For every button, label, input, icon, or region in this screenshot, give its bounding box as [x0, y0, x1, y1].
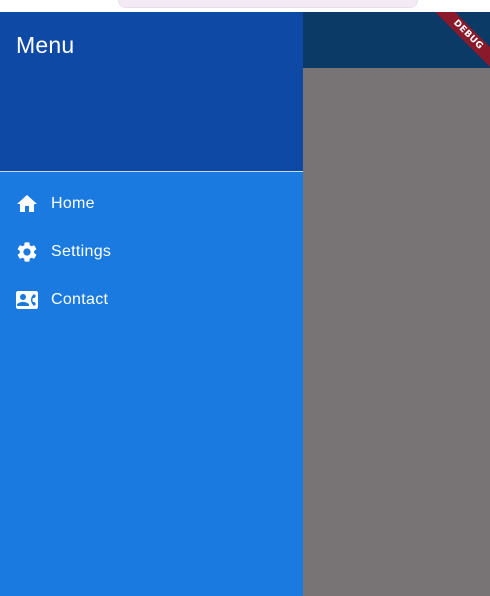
drawer-list: Home Settings Contact — [0, 180, 303, 324]
app-screen: DEBUG Menu Home Settings Contact — [0, 0, 490, 596]
drawer-item-home[interactable]: Home — [0, 180, 303, 228]
top-pill — [118, 0, 418, 8]
drawer-item-contact[interactable]: Contact — [0, 276, 303, 324]
drawer-item-settings[interactable]: Settings — [0, 228, 303, 276]
drawer-item-label: Contact — [51, 291, 109, 308]
drawer-item-label: Home — [51, 195, 95, 212]
contact-card-icon — [15, 288, 39, 312]
drawer-scrim[interactable] — [303, 68, 490, 596]
home-icon — [15, 192, 39, 216]
drawer-item-label: Settings — [51, 243, 112, 260]
gear-icon — [15, 240, 39, 264]
status-bar — [0, 0, 490, 12]
app-bar — [303, 12, 490, 68]
drawer-title: Menu — [16, 32, 75, 58]
navigation-drawer: Menu Home Settings Contact — [0, 12, 303, 596]
drawer-header: Menu — [0, 12, 303, 172]
